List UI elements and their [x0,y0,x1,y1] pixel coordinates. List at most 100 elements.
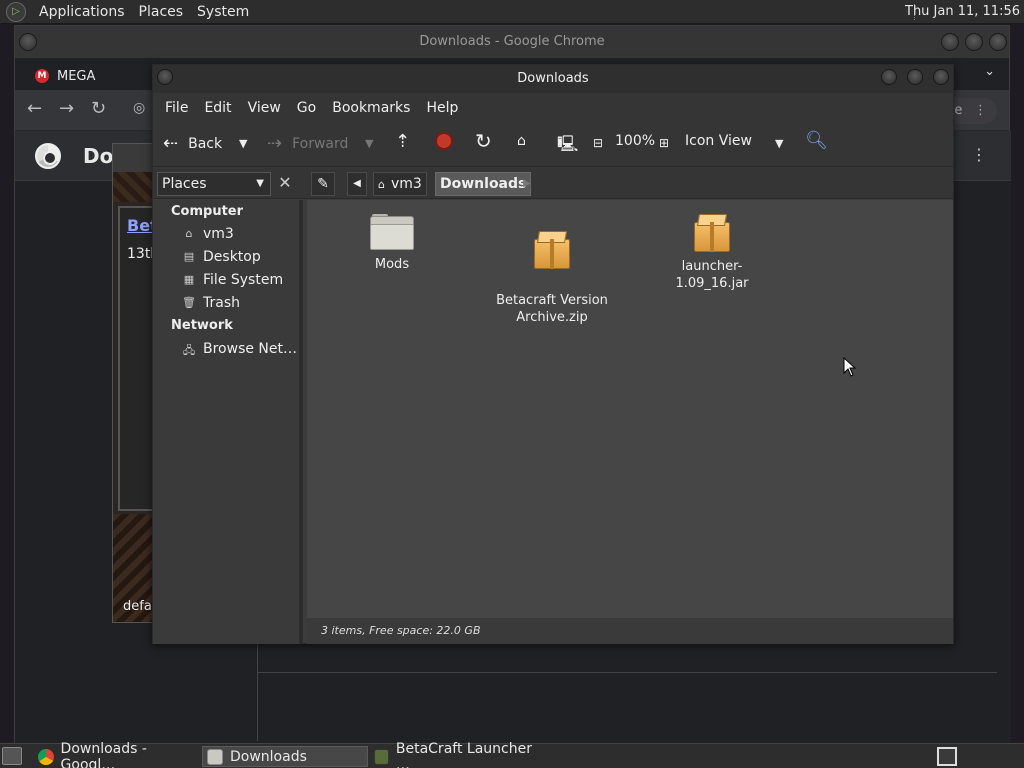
breadcrumb-label: vm3 [390,176,422,192]
search-icon[interactable]: 🔍︎ [805,130,828,151]
chrome-window-title: Downloads - Google Chrome [419,34,605,49]
menu-applications[interactable]: Applications [34,4,130,20]
file-view[interactable]: Mods Betacraft Version Archive.zip launc… [307,200,953,618]
page-menu-icon[interactable]: ⋮ [971,145,987,164]
task-label: BetaCraft Launcher … [395,740,532,768]
toggle-location-entry-icon[interactable]: ✎ [311,172,335,196]
sidebar-item-vm3[interactable]: ⌂ vm3 [181,226,234,242]
sidebar-heading-computer: Computer [171,204,244,219]
view-mode-select[interactable]: Icon View [685,133,752,149]
zoom-level[interactable]: 100% [615,133,655,149]
file-manager-window: Downloads File Edit View Go Bookmarks He… [152,64,954,644]
file-name: Mods [374,257,410,272]
menu-help[interactable]: Help [418,100,466,116]
breadcrumb-vm3[interactable]: ⌂ vm3 [373,172,427,196]
up-arrow-icon[interactable]: ⇡ [395,131,410,152]
tab-mega[interactable]: M MEGA [23,62,163,90]
close-button[interactable] [989,33,1007,51]
close-button[interactable] [933,69,949,85]
menu-go[interactable]: Go [289,100,324,116]
sidebar-item-label: Browse Net… [203,341,298,357]
back-arrow-icon[interactable]: ← [27,98,42,119]
back-button[interactable]: ⇠ Back [163,133,222,154]
chrome-icon [38,748,54,765]
sidebar-item-desktop[interactable]: ▤ Desktop [181,249,261,265]
tab-label: MEGA [57,68,96,84]
window-menu-button[interactable] [157,69,173,85]
archive-icon [534,231,570,271]
close-sidebar-icon[interactable]: ✕ [275,172,295,194]
file-name: Betacraft Version Archive.zip [496,293,608,325]
caja-toolbar: ⇠ Back ▼ ⇢ Forward ▼ ⇡ ↻ ⌂ 🖳 ⊟ 100% ⊞ Ic… [153,123,953,167]
task-label: Downloads [230,748,307,765]
task-downloads[interactable]: Downloads [202,746,368,767]
file-name: launcher-1.09_16.jar [675,259,749,291]
back-arrow-icon: ⇠ [163,133,179,154]
chevron-down-icon: ▼ [256,178,264,189]
home-folder-icon: ⌂ [185,227,193,240]
maximize-button[interactable] [907,69,923,85]
forward-button[interactable]: ⇢ Forward [267,133,348,154]
menu-bookmarks[interactable]: Bookmarks [324,100,418,116]
places-select[interactable]: Places ▼ [157,172,271,196]
sidebar-item-filesystem[interactable]: ▦ File System [181,272,283,288]
caja-titlebar[interactable]: Downloads [153,65,953,93]
home-folder-icon: ⌂ [378,178,385,191]
instance-label: defa [123,599,152,614]
network-icon: 🖧 [182,344,196,357]
sidebar-item-label: File System [203,272,284,288]
mouse-cursor-icon [843,357,857,377]
forward-history-chevron-icon[interactable]: ▼ [365,137,373,150]
show-desktop-icon[interactable] [2,747,22,765]
task-label: Downloads - Googl… [60,740,147,768]
folder-icon [370,214,414,250]
home-folder-icon[interactable]: ⌂ [517,133,526,149]
places-label: Places [162,176,207,192]
trash-icon: 🗑︎ [182,296,196,309]
caja-window-title: Downloads [517,71,589,86]
menu-places[interactable]: Places [134,4,189,20]
zoom-in-icon[interactable]: ⊞ [659,136,669,150]
sidebar-item-trash[interactable]: 🗑︎ Trash [181,295,240,311]
menu-system[interactable]: System [192,4,254,20]
menu-edit[interactable]: Edit [196,100,239,116]
crumb-left-arrow-icon[interactable]: ◀ [347,172,367,196]
forward-arrow-icon[interactable]: → [59,98,74,119]
zoom-out-icon[interactable]: ⊟ [593,136,603,150]
task-chrome[interactable]: Downloads - Googl… [34,741,202,768]
minimize-button[interactable] [881,69,897,85]
menu-file[interactable]: File [157,100,196,116]
file-item-betacraft-archive[interactable]: Betacraft Version Archive.zip [487,214,617,326]
top-panel: ▷ Applications Places System Thu Jan 11,… [0,0,1024,24]
desktop-folder-icon: ▤ [183,250,195,263]
chrome-logo-icon [35,143,61,169]
location-bar: Places ▼ ✕ ✎ ◀ ⌂ vm3 Downloads ▶ [153,167,953,199]
back-label: Back [188,135,223,152]
kebab-menu-icon[interactable]: ⋮ [974,98,987,124]
task-betacraft[interactable]: BetaCraft Launcher … [370,741,538,768]
bottom-taskbar: Downloads - Googl… Downloads BetaCraft L… [0,741,1024,768]
file-item-launcher-jar[interactable]: launcher-1.09_16.jar [647,214,777,292]
sidebar-item-browse-network[interactable]: 🖧 Browse Net… [181,341,297,357]
crumb-right-arrow-icon[interactable]: ▶ [517,172,537,196]
tab-search-chevron-icon[interactable]: ⌄ [984,64,995,79]
window-menu-button[interactable] [19,33,37,51]
workspace-switcher[interactable] [937,747,957,766]
sidebar-item-label: Trash [203,295,240,311]
chrome-titlebar[interactable]: Downloads - Google Chrome [15,26,1009,58]
stop-icon[interactable] [435,132,453,150]
menu-view[interactable]: View [240,100,289,116]
reload-icon[interactable]: ↻ [91,98,106,119]
clock[interactable]: Thu Jan 11, 11:56 [905,4,1020,19]
sidebar-item-label: Desktop [203,249,261,265]
reload-icon[interactable]: ↻ [475,129,492,153]
maximize-button[interactable] [965,33,983,51]
minimize-button[interactable] [941,33,959,51]
forward-label: Forward [292,135,349,152]
computer-icon[interactable]: 🖳 [557,133,578,160]
back-history-chevron-icon[interactable]: ▼ [239,137,247,150]
file-item-mods[interactable]: Mods [327,214,457,273]
folder-icon [207,748,223,765]
view-mode-chevron-icon[interactable]: ▼ [775,137,783,150]
mate-menu-icon[interactable]: ▷ [6,1,26,22]
